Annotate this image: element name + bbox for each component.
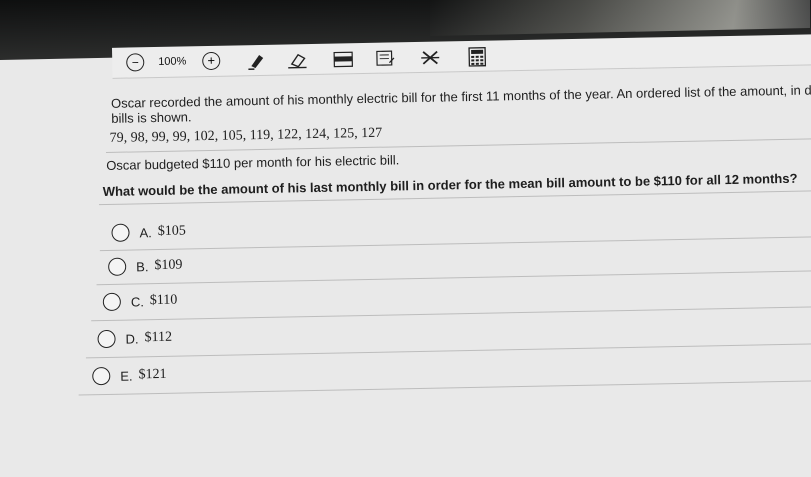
question-stem: Oscar recorded the amount of his monthly… <box>110 82 811 111</box>
question-stem-continued: bills is shown. <box>111 109 192 126</box>
choice-letter: D. <box>125 330 139 347</box>
question-panel: Oscar recorded the amount of his monthly… <box>0 0 811 477</box>
radio-button[interactable] <box>111 223 130 242</box>
choice-value: $105 <box>157 223 186 240</box>
answer-choice-b[interactable]: B. $109 <box>108 251 183 282</box>
choice-value: $109 <box>154 257 183 274</box>
divider <box>78 380 811 396</box>
budget-statement: Oscar budgeted $110 per month for his el… <box>106 152 400 173</box>
bill-amounts-list: 79, 98, 99, 99, 102, 105, 119, 122, 124,… <box>109 125 383 146</box>
answer-choice-d[interactable]: D. $112 <box>97 323 172 354</box>
choice-value: $121 <box>138 366 167 383</box>
divider <box>85 343 811 359</box>
radio-button[interactable] <box>102 292 122 312</box>
answer-choice-e[interactable]: E. $121 <box>92 360 167 391</box>
radio-button[interactable] <box>92 366 111 386</box>
test-screen: − 100% + Oscar recorded the amount of hi… <box>0 0 811 477</box>
choice-letter: E. <box>120 368 133 384</box>
answer-choice-c[interactable]: C. $110 <box>102 286 178 317</box>
choice-letter: C. <box>130 293 144 310</box>
divider <box>91 306 811 322</box>
question-prompt: What would be the amount of his last mon… <box>102 170 798 200</box>
radio-button[interactable] <box>108 257 127 276</box>
choice-letter: A. <box>139 224 152 240</box>
radio-button[interactable] <box>97 329 116 349</box>
choice-value: $110 <box>149 292 178 309</box>
divider <box>96 270 811 286</box>
answer-choice-a[interactable]: A. $105 <box>111 216 186 247</box>
choice-value: $112 <box>144 329 173 346</box>
choice-letter: B. <box>136 258 149 274</box>
divider <box>99 236 811 252</box>
